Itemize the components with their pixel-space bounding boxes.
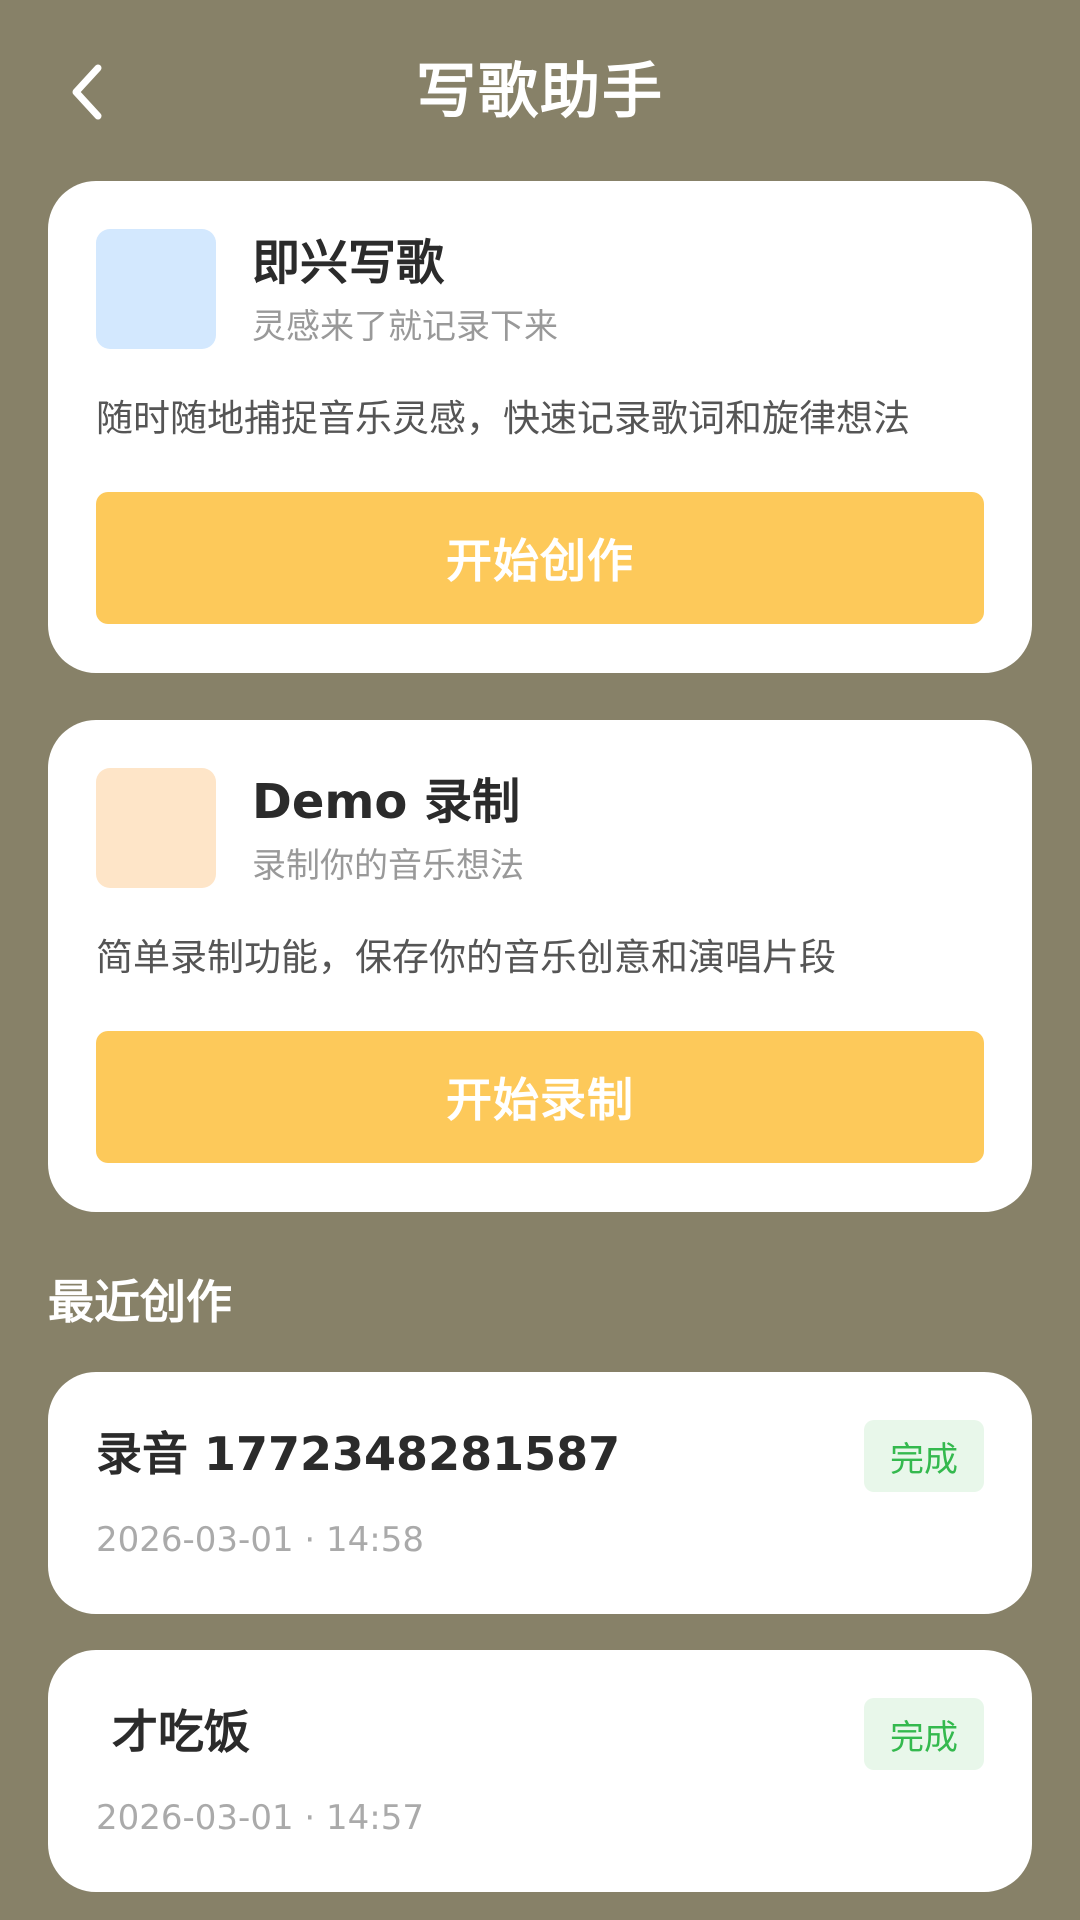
recent-item-title: 录音 1772348281587: [96, 1427, 621, 1481]
improvise-subtitle: 灵感来了就记录下来: [252, 307, 558, 347]
demo-record-card: Demo 录制 录制你的音乐想法 简单录制功能，保存你的音乐创意和演唱片段 开始…: [48, 720, 1032, 1212]
improvise-description: 随时随地捕捉音乐灵感，快速记录歌词和旋律想法: [96, 397, 910, 440]
status-badge: 完成: [864, 1698, 984, 1770]
status-badge: 完成: [864, 1420, 984, 1492]
improvise-card: 即兴写歌 灵感来了就记录下来 随时随地捕捉音乐灵感，快速记录歌词和旋律想法 开始…: [48, 181, 1032, 673]
demo-record-subtitle: 录制你的音乐想法: [252, 846, 524, 886]
recent-item-timestamp: 2026-03-01 · 14:58: [96, 1520, 424, 1560]
start-recording-button[interactable]: 开始录制: [96, 1031, 984, 1163]
app-header: 写歌助手: [0, 0, 1080, 180]
recent-item-timestamp: 2026-03-01 · 14:57: [96, 1798, 424, 1838]
demo-record-description: 简单录制功能，保存你的音乐创意和演唱片段: [96, 936, 836, 979]
recent-item[interactable]: 才吃饭 2026-03-01 · 14:57 完成: [48, 1650, 1032, 1892]
recent-section-title: 最近创作: [48, 1275, 232, 1329]
demo-record-icon: [96, 768, 216, 888]
improvise-title: 即兴写歌: [252, 235, 445, 291]
improvise-icon: [96, 229, 216, 349]
start-creating-button[interactable]: 开始创作: [96, 492, 984, 624]
recent-item[interactable]: 录音 1772348281587 2026-03-01 · 14:58 完成: [48, 1372, 1032, 1614]
page-title: 写歌助手: [416, 57, 664, 127]
recent-item-title: 才吃饭: [96, 1705, 251, 1759]
demo-record-title: Demo 录制: [252, 774, 521, 830]
